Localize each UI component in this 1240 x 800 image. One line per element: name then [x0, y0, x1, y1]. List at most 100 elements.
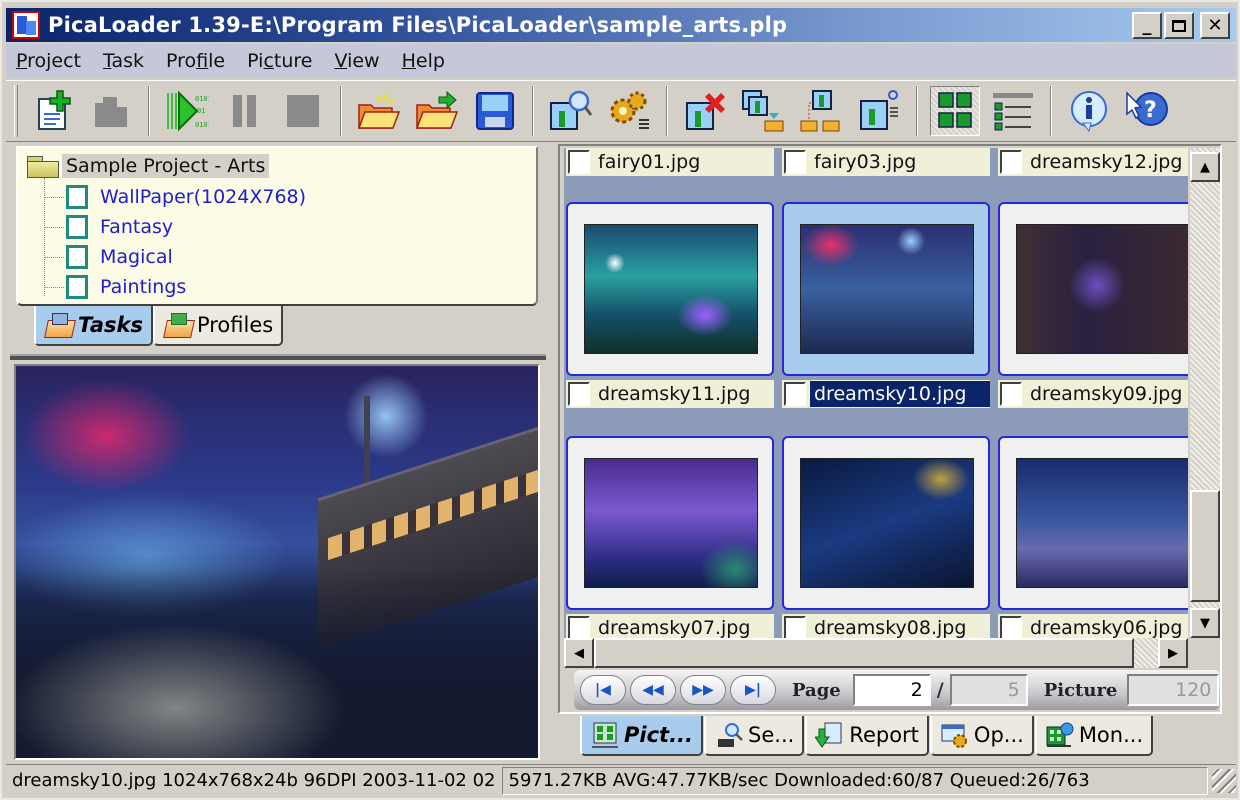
- pause-button[interactable]: [220, 86, 270, 136]
- thumbnail-caption[interactable]: fairy03.jpg: [782, 148, 990, 176]
- menu-task[interactable]: Task: [93, 50, 156, 72]
- menu-project[interactable]: Project: [6, 50, 93, 72]
- tab-search[interactable]: Se...: [704, 716, 805, 756]
- move-picture-icon: [742, 90, 784, 132]
- settings-button[interactable]: [604, 86, 654, 136]
- minimize-icon: _: [1142, 15, 1152, 36]
- stop-button[interactable]: [278, 86, 328, 136]
- copy-picture-button[interactable]: [796, 86, 846, 136]
- tree-item-magical[interactable]: Magical: [44, 242, 306, 272]
- thumbnail-card[interactable]: [782, 202, 990, 376]
- thumbnail-card[interactable]: [998, 436, 1188, 610]
- stop-icon: [287, 95, 319, 127]
- find-picture-button[interactable]: [546, 86, 596, 136]
- picture-properties-button[interactable]: [854, 86, 904, 136]
- horizontal-scrollbar[interactable]: ◀ ▶: [564, 638, 1188, 668]
- new-project-icon: [357, 92, 401, 129]
- tree-root[interactable]: Sample Project - Arts: [26, 154, 270, 178]
- about-button[interactable]: [1064, 86, 1114, 136]
- thumbnail-card[interactable]: [998, 202, 1188, 376]
- panel-splitter[interactable]: [10, 354, 546, 360]
- horizontal-scroll-thumb[interactable]: [594, 638, 1134, 668]
- tree-item-paintings[interactable]: Paintings: [44, 272, 306, 302]
- picture-label: Picture: [1043, 679, 1118, 701]
- svg-text:?: ?: [1144, 98, 1157, 123]
- list-view-button[interactable]: [988, 86, 1038, 136]
- task-tree[interactable]: Sample Project - Arts WallPaper(1024X768…: [16, 146, 538, 306]
- tab-tasks[interactable]: Tasks: [34, 306, 153, 346]
- app-logo-icon[interactable]: [12, 11, 40, 39]
- first-page-button[interactable]: |◀: [580, 675, 626, 705]
- thumbnail-checkbox[interactable]: [784, 382, 806, 406]
- help-button[interactable]: ?: [1122, 86, 1172, 136]
- thumbnail-checkbox[interactable]: [1000, 382, 1022, 406]
- scroll-left-button[interactable]: ◀: [564, 638, 594, 668]
- open-task-button[interactable]: [86, 86, 136, 136]
- toolbar-grip[interactable]: [14, 85, 18, 137]
- page-number-input[interactable]: [852, 674, 931, 706]
- thumbnail-grid[interactable]: fairy01.jpg fairy03.jpg dreamsky12.jpg d…: [564, 148, 1188, 638]
- tree-item-fantasy[interactable]: Fantasy: [44, 212, 306, 242]
- scroll-right-button[interactable]: ▶: [1158, 638, 1188, 668]
- thumbnail-caption[interactable]: dreamsky12.jpg: [998, 148, 1188, 176]
- new-task-icon: [38, 90, 71, 130]
- open-project-button[interactable]: [412, 86, 462, 136]
- next-page-button[interactable]: ▶▶: [680, 675, 726, 705]
- vertical-scroll-thumb[interactable]: [1190, 490, 1220, 602]
- new-task-button[interactable]: [28, 86, 78, 136]
- thumbnail-caption[interactable]: fairy01.jpg: [566, 148, 774, 176]
- last-page-button[interactable]: ▶|: [730, 675, 776, 705]
- thumbnail-caption[interactable]: dreamsky08.jpg: [782, 614, 990, 638]
- thumbnail-checkbox[interactable]: [1000, 616, 1022, 638]
- thumbnail-checkbox[interactable]: [1000, 150, 1022, 174]
- thumbnail-card[interactable]: [566, 202, 774, 376]
- delete-picture-button[interactable]: [680, 86, 730, 136]
- menu-view[interactable]: View: [324, 50, 391, 72]
- vertical-scrollbar[interactable]: ▲ ▼: [1190, 148, 1220, 638]
- thumbnail-caption[interactable]: dreamsky09.jpg: [998, 380, 1188, 408]
- thumbnail-checkbox[interactable]: [568, 150, 590, 174]
- move-picture-button[interactable]: [738, 86, 788, 136]
- thumbnail-caption[interactable]: dreamsky10.jpg: [782, 380, 990, 408]
- help-icon: ?: [1126, 91, 1168, 126]
- tab-pictures[interactable]: Pict...: [580, 716, 704, 756]
- status-picture-info: dreamsky10.jpg 1024x768x24b 96DPI 2003-1…: [12, 770, 496, 791]
- open-task-icon: [95, 97, 127, 127]
- close-button[interactable]: ✕: [1200, 12, 1230, 39]
- tab-profiles[interactable]: Profiles: [152, 306, 284, 346]
- thumbnail-caption[interactable]: dreamsky11.jpg: [566, 380, 774, 408]
- thumbnail-card[interactable]: [782, 436, 990, 610]
- toolbar-separator: [148, 86, 150, 136]
- maximize-icon: [1172, 19, 1186, 32]
- scroll-down-button[interactable]: ▼: [1190, 608, 1220, 638]
- open-project-icon: [415, 90, 459, 129]
- save-button[interactable]: [470, 86, 520, 136]
- title-bar[interactable]: PicaLoader 1.39-E:\Program Files\PicaLoa…: [6, 8, 1236, 42]
- maximize-button[interactable]: [1164, 12, 1194, 39]
- thumbnail-view-button[interactable]: [930, 86, 980, 136]
- previous-page-button[interactable]: ◀◀: [630, 675, 676, 705]
- scroll-up-button[interactable]: ▲: [1190, 152, 1220, 182]
- thumbnail-card[interactable]: [566, 436, 774, 610]
- tab-monitor[interactable]: Mon...: [1034, 716, 1154, 756]
- tab-options[interactable]: Op...: [929, 716, 1034, 756]
- menu-profile[interactable]: Profile: [156, 50, 237, 72]
- resize-grip-icon[interactable]: [1212, 768, 1236, 793]
- thumbnail-checkbox[interactable]: [784, 150, 806, 174]
- tree-item-wallpaper[interactable]: WallPaper(1024X768): [44, 182, 306, 212]
- tab-report[interactable]: Report: [805, 716, 929, 756]
- minimize-button[interactable]: _: [1132, 12, 1162, 39]
- about-icon: [1071, 91, 1107, 133]
- picture-preview[interactable]: [14, 364, 540, 760]
- thumbnail-caption[interactable]: dreamsky06.jpg: [998, 614, 1188, 638]
- new-project-button[interactable]: [354, 86, 404, 136]
- thumbnail-image: [584, 458, 758, 588]
- menu-help[interactable]: Help: [392, 50, 457, 72]
- thumbnail-caption[interactable]: dreamsky07.jpg: [566, 614, 774, 638]
- thumbnail-checkbox[interactable]: [568, 382, 590, 406]
- start-button[interactable]: 0101010101: [162, 86, 212, 136]
- menu-picture[interactable]: Picture: [237, 50, 324, 72]
- thumbnail-checkbox[interactable]: [568, 616, 590, 638]
- menu-project-label: Project: [16, 50, 82, 72]
- thumbnail-checkbox[interactable]: [784, 616, 806, 638]
